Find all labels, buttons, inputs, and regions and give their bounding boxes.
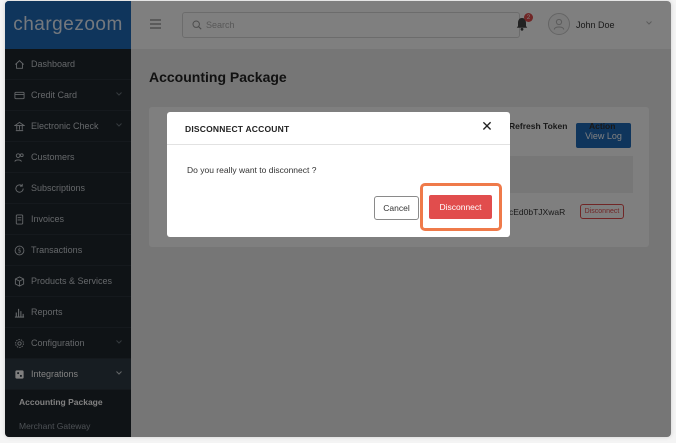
disconnect-button[interactable]: Disconnect: [429, 195, 492, 219]
modal-message: Do you really want to disconnect ?: [187, 165, 317, 175]
modal-divider: [167, 144, 510, 145]
cancel-button[interactable]: Cancel: [374, 196, 419, 220]
close-icon[interactable]: ✕: [478, 118, 496, 136]
disconnect-modal: DISCONNECT ACCOUNT ✕ Do you really want …: [167, 112, 510, 237]
app-window: chargezoom Dashboard Credit Card Electro…: [5, 1, 671, 437]
modal-title: DISCONNECT ACCOUNT: [185, 124, 290, 134]
